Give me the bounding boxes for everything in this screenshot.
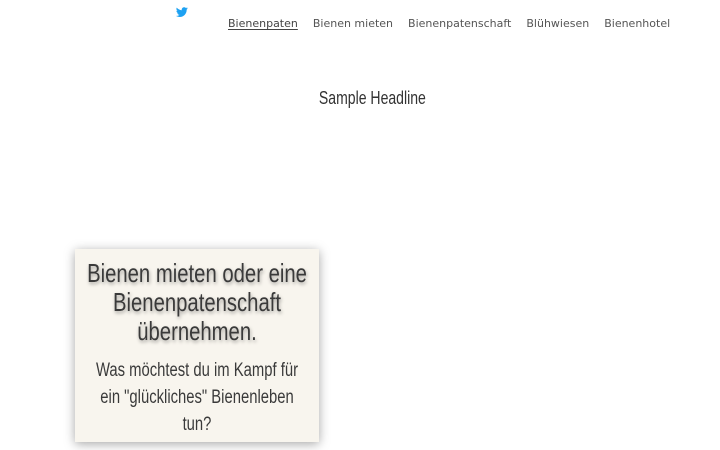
nav-item-bienenpatenschaft[interactable]: Bienenpatenschaft [408,17,511,31]
twitter-link[interactable] [176,6,188,18]
card-subtitle: Was möchtest du im Kampf für ein "glückl… [95,360,299,435]
nav-item-bienenpaten[interactable]: Bienenpaten [228,17,298,31]
twitter-icon [176,6,188,18]
nav-item-bienenhotel[interactable]: Bienenhotel [604,17,670,31]
nav-item-bluehwiesen[interactable]: Blühwiesen [526,17,589,31]
info-card: Bienen mieten oder eine Bienenpatenschaf… [75,249,319,442]
card-title: Bienen mieten oder eine Bienenpatenschaf… [87,258,307,346]
nav-item-bienen-mieten[interactable]: Bienen mieten [313,17,393,31]
main-navigation: Bienenpaten Bienen mieten Bienenpatensch… [228,17,670,31]
sample-headline: Sample Headline [318,88,426,108]
page: Bienenpaten Bienen mieten Bienenpatensch… [0,0,720,450]
